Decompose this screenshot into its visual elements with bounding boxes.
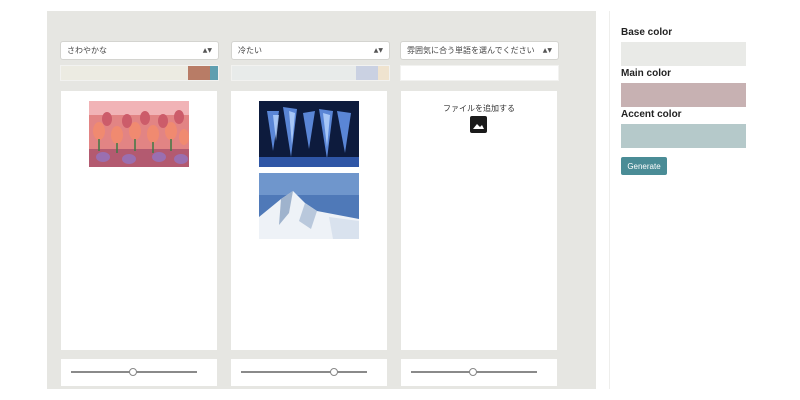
- slider-2-track[interactable]: [241, 371, 367, 373]
- slider-2[interactable]: [231, 359, 387, 386]
- accent-color-label: Accent color: [621, 109, 682, 120]
- ice-cave-photo: [259, 101, 359, 167]
- slider-3[interactable]: [401, 359, 557, 386]
- palette-swatch: [91, 66, 122, 80]
- palette-strip-3: [400, 65, 559, 81]
- palette-swatch: [356, 66, 378, 80]
- slider-2-thumb[interactable]: [330, 368, 339, 376]
- palette-swatch: [377, 66, 389, 80]
- main-color-swatch[interactable]: [621, 83, 746, 107]
- snowy-mountain-photo: [259, 173, 359, 239]
- base-color-swatch[interactable]: [621, 42, 746, 66]
- mood-select-1[interactable]: さわやかな ▲▼: [60, 41, 219, 60]
- add-file-label[interactable]: ファイルを追加する: [401, 103, 557, 114]
- image-add-icon[interactable]: [470, 116, 487, 133]
- generate-button[interactable]: Generate: [621, 157, 667, 175]
- palette-swatch: [61, 66, 92, 80]
- image-panel-3[interactable]: ファイルを追加する: [401, 91, 557, 350]
- color-sidebar: Base color Main color Accent color Gener…: [609, 11, 800, 389]
- slider-1[interactable]: [61, 359, 217, 386]
- mood-select-2-value: 冷たい: [238, 46, 262, 55]
- palette-swatch: [310, 66, 350, 80]
- base-color-label: Base color: [621, 27, 673, 38]
- palette-strip-1: [60, 65, 219, 81]
- mood-select-1-value: さわやかな: [67, 46, 107, 55]
- palette-swatch: [121, 66, 153, 80]
- palette-swatch: [232, 66, 272, 80]
- palette-swatch: [271, 66, 311, 80]
- chevron-updown-icon: ▲▼: [202, 47, 212, 54]
- palette-swatch: [187, 66, 211, 80]
- palette-swatch: [152, 66, 183, 80]
- chevron-updown-icon: ▲▼: [373, 47, 383, 54]
- slider-1-thumb[interactable]: [128, 368, 137, 376]
- tulip-photo: [89, 101, 189, 167]
- mood-select-3[interactable]: 雰囲気に合う単語を選んでください ▲▼: [400, 41, 559, 60]
- palette-swatch: [210, 66, 218, 80]
- palette-strip-2: [231, 65, 390, 81]
- mood-select-3-value: 雰囲気に合う単語を選んでください: [407, 46, 535, 55]
- main-color-label: Main color: [621, 68, 672, 79]
- image-panel-1: [61, 91, 217, 350]
- accent-color-swatch[interactable]: [621, 124, 746, 148]
- mood-select-2[interactable]: 冷たい ▲▼: [231, 41, 390, 60]
- workspace: さわやかな ▲▼ 冷たい ▲▼ 雰囲気に合う単語を選んでください ▲▼ ファイル…: [47, 11, 596, 389]
- slider-3-thumb[interactable]: [468, 368, 477, 376]
- chevron-updown-icon: ▲▼: [542, 47, 552, 54]
- image-panel-2: [231, 91, 387, 350]
